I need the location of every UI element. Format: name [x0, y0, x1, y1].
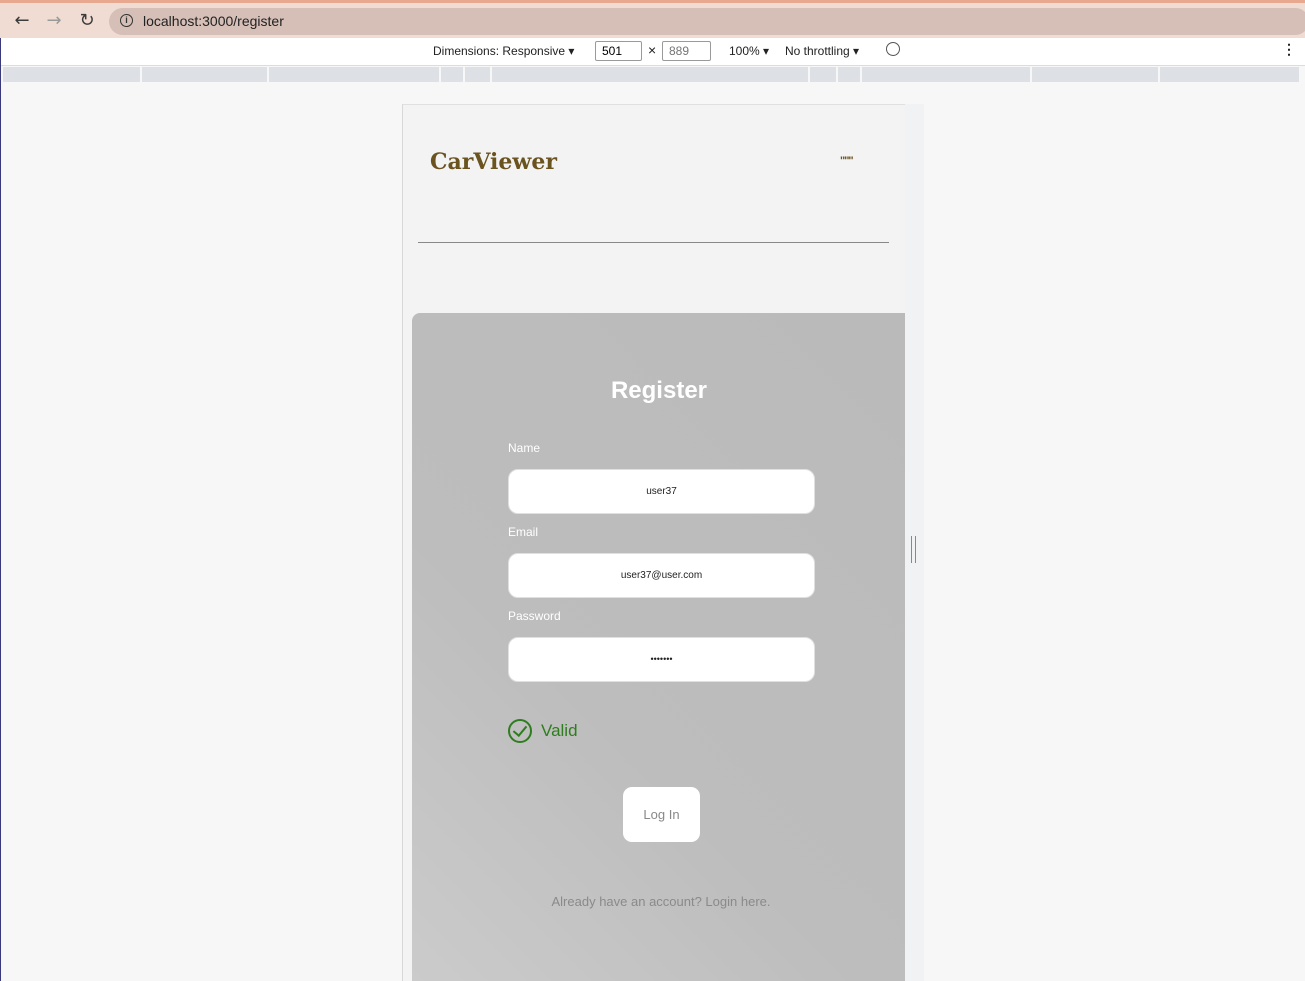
forward-icon[interactable]: →	[42, 9, 66, 33]
times-icon: ×	[648, 42, 657, 58]
menu-icon[interactable]: """	[840, 155, 854, 167]
reload-icon[interactable]: ↻	[75, 9, 99, 33]
email-label: Email	[508, 525, 539, 539]
name-label: Name	[508, 441, 541, 455]
register-card: Register Name user37 Email user37@user.c…	[412, 313, 905, 981]
validation-status: Valid	[508, 719, 578, 743]
height-input[interactable]	[662, 41, 711, 61]
width-input[interactable]	[595, 41, 642, 61]
password-label: Password	[508, 609, 561, 623]
resize-handle[interactable]	[911, 536, 916, 563]
info-icon[interactable]: i	[120, 14, 133, 27]
page-title: Register	[610, 377, 708, 404]
header-divider	[418, 242, 889, 243]
name-input[interactable]: user37	[508, 469, 815, 514]
device-viewport: CarViewer """ Register Name user37 Email…	[402, 104, 905, 981]
check-circle-icon	[508, 719, 532, 743]
dimensions-dropdown[interactable]: Dimensions: Responsive ▾	[433, 44, 574, 58]
window-edge	[0, 38, 1, 981]
password-input[interactable]: •••••••	[508, 637, 815, 682]
browser-toolbar: ← → ↻ i localhost:3000/register	[0, 0, 1305, 38]
email-input[interactable]: user37@user.com	[508, 553, 815, 598]
url-text: localhost:3000/register	[143, 13, 284, 29]
site-logo[interactable]: CarViewer	[430, 149, 557, 175]
rotate-icon[interactable]	[886, 42, 900, 56]
throttling-dropdown[interactable]: No throttling ▾	[785, 44, 859, 58]
zoom-dropdown[interactable]: 100% ▾	[729, 44, 769, 58]
address-bar[interactable]: i localhost:3000/register	[109, 8, 1305, 35]
media-query-bar[interactable]	[3, 67, 1303, 82]
login-button[interactable]: Log In	[623, 787, 700, 842]
more-options-icon[interactable]: ⋮	[1282, 41, 1296, 58]
back-icon[interactable]: ←	[10, 9, 34, 33]
device-toolbar: Dimensions: Responsive ▾ × 100% ▾ No thr…	[0, 38, 1305, 66]
login-link[interactable]: Already have an account? Login here.	[412, 894, 905, 909]
valid-text: Valid	[541, 721, 578, 740]
